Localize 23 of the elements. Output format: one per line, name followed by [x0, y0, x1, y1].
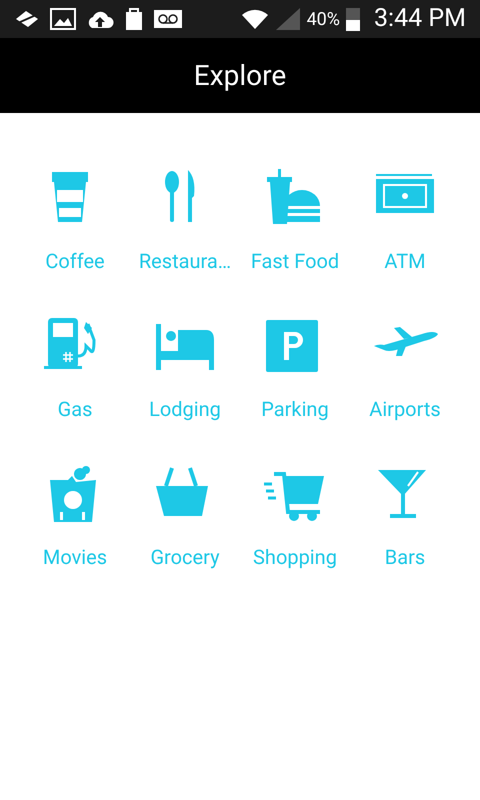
notification-icon [14, 9, 40, 29]
signal-icon [274, 7, 301, 31]
category-label[interactable]: Grocery [150, 542, 220, 572]
category-label[interactable]: Gas [58, 394, 92, 424]
category-label[interactable]: Bars [384, 542, 426, 572]
category-label[interactable]: Lodging [149, 394, 221, 424]
shopping-bag-icon [124, 7, 144, 31]
battery-icon [346, 7, 360, 31]
battery-percent: 40% [306, 8, 340, 32]
voicemail-icon [154, 10, 182, 28]
category-label[interactable]: Airports [369, 394, 441, 424]
category-label[interactable]: Fast Food [250, 246, 340, 276]
image-icon [50, 8, 76, 30]
clock: 3:44 PM [374, 3, 466, 36]
category-label[interactable]: Coffee [45, 246, 105, 276]
category-label[interactable]: Parking [261, 394, 329, 424]
screen-title: Explore [194, 58, 286, 94]
category-label[interactable]: ATM [384, 246, 426, 276]
category-label[interactable]: Shopping [253, 542, 337, 572]
wifi-icon [240, 8, 269, 30]
upload-icon [86, 9, 114, 29]
category-label[interactable]: Restaura… [138, 246, 232, 276]
category-label[interactable]: Movies [42, 542, 108, 572]
